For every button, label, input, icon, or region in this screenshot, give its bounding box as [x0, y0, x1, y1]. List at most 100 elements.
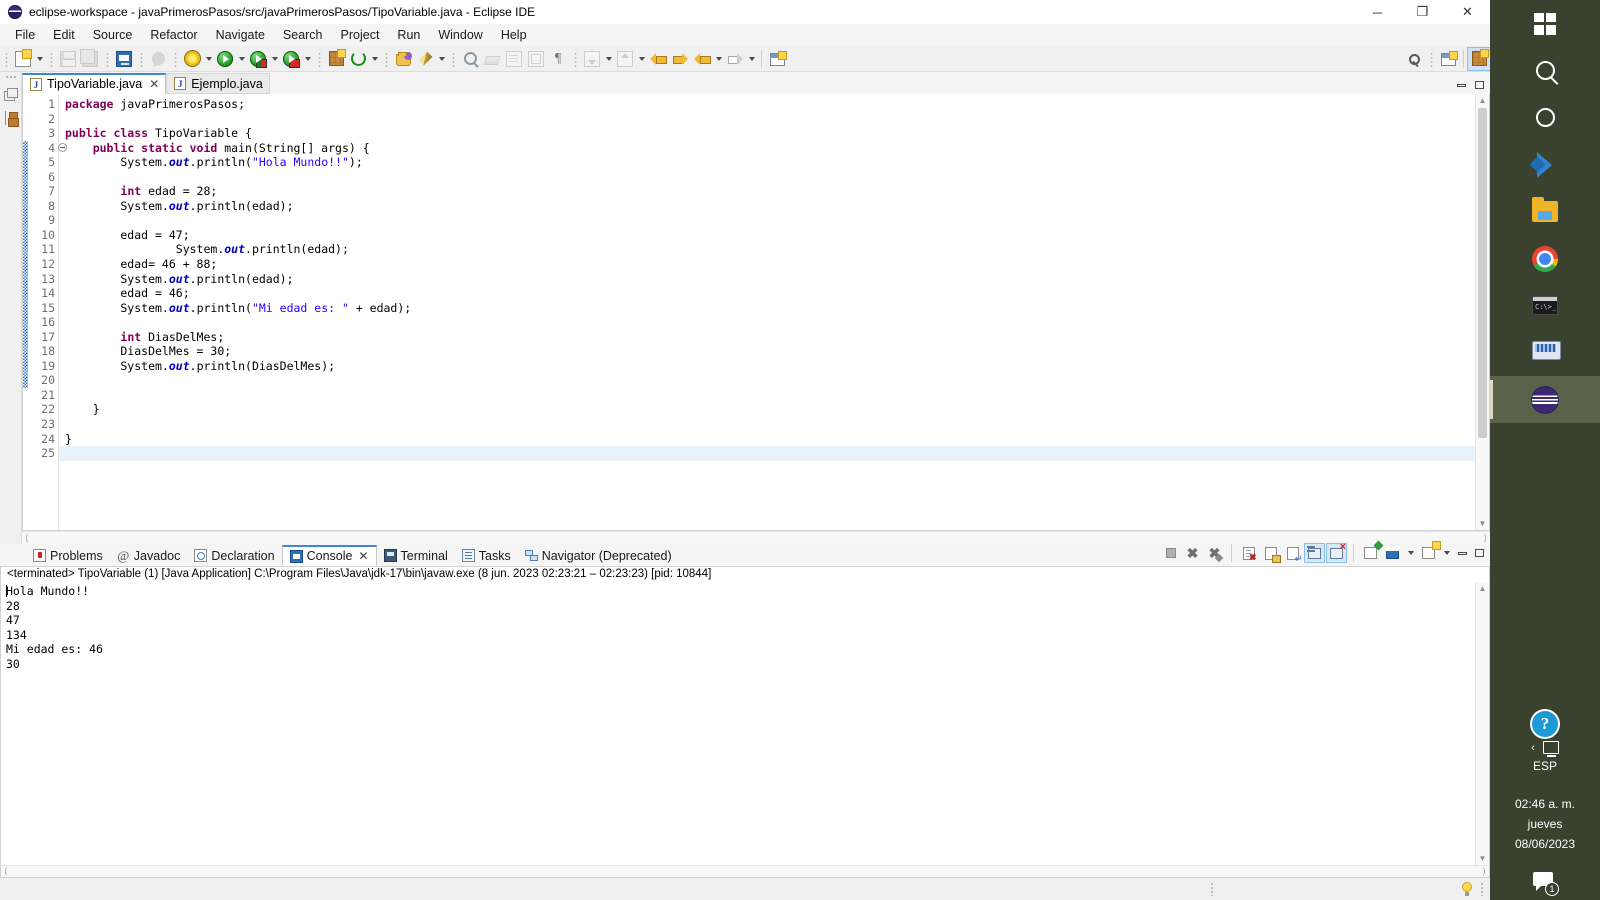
taskbar-command-prompt[interactable] [1490, 282, 1600, 329]
toolbar-grip[interactable] [1429, 50, 1434, 67]
taskbar-vs-code[interactable] [1490, 141, 1600, 188]
scroll-up-icon[interactable]: ▲ [1476, 94, 1489, 107]
console-output[interactable]: Hola Mundo!! 28 47 134 Mi edad es: 46 30 [1, 582, 1475, 865]
menu-project[interactable]: Project [332, 26, 389, 44]
clock-date[interactable]: 08/06/2023 [1515, 836, 1575, 852]
external-tools-button[interactable] [280, 48, 302, 70]
new-java-class-button[interactable] [325, 48, 347, 70]
edit-pen-button[interactable] [414, 48, 436, 70]
editor-minimize-button[interactable] [1454, 78, 1468, 92]
editor-vertical-scrollbar[interactable]: ▲ ▼ [1475, 94, 1489, 530]
tab-navigator[interactable]: Navigator (Deprecated) [518, 545, 679, 566]
toolbar-grip[interactable] [451, 50, 456, 67]
close-icon[interactable]: ✕ [149, 77, 159, 91]
console-maximize-button[interactable] [1472, 546, 1486, 560]
block-selection-button[interactable] [525, 48, 547, 70]
help-icon[interactable]: ? [1532, 711, 1558, 737]
scroll-down-icon[interactable]: ▼ [1476, 517, 1489, 530]
next-annotation-button[interactable] [581, 48, 603, 70]
erase-button[interactable] [481, 48, 503, 70]
open-perspective-button[interactable] [766, 48, 788, 70]
menu-navigate[interactable]: Navigate [207, 26, 274, 44]
menu-refactor[interactable]: Refactor [141, 26, 206, 44]
tab-tasks[interactable]: Tasks [455, 545, 518, 566]
status-bar-grip[interactable] [1210, 882, 1214, 896]
taskbar-start-button[interactable] [1490, 0, 1600, 47]
toolbar-grip[interactable] [49, 50, 54, 67]
scroll-down-icon[interactable]: ▼ [1476, 852, 1489, 865]
close-button[interactable]: ✕ [1445, 0, 1490, 24]
new-wizard-button[interactable] [12, 48, 34, 70]
toolbar-grip[interactable] [173, 50, 178, 67]
scrollbar-thumb[interactable] [1478, 108, 1487, 438]
taskbar-google-chrome[interactable] [1490, 235, 1600, 282]
lightbulb-icon[interactable] [1462, 882, 1472, 896]
menu-search[interactable]: Search [274, 26, 332, 44]
refresh-button[interactable] [347, 48, 369, 70]
rail-grip[interactable] [4, 75, 17, 79]
sidebar-item-outline[interactable] [2, 109, 20, 127]
document-outline-button[interactable] [503, 48, 525, 70]
show-console-on-error-button[interactable] [1326, 543, 1347, 563]
edit-pen-dropdown[interactable] [436, 48, 447, 70]
scroll-left-icon[interactable]: ⟨ [25, 533, 29, 544]
network-icon[interactable] [1542, 741, 1559, 757]
taskbar-eclipse-ide[interactable] [1490, 376, 1600, 423]
console-minimize-button[interactable] [1455, 546, 1469, 560]
taskbar-search[interactable] [1490, 47, 1600, 94]
display-selected-console-button[interactable] [1383, 544, 1402, 562]
taskbar-cortana[interactable] [1490, 94, 1600, 141]
toolbar-grip[interactable] [573, 50, 578, 67]
clock-time[interactable]: 02:46 a. m. [1515, 796, 1575, 812]
taskbar-remote-desktop[interactable] [1490, 329, 1600, 376]
forward-dropdown[interactable] [746, 48, 757, 70]
link-button[interactable] [147, 48, 169, 70]
close-icon[interactable]: ✕ [358, 549, 368, 563]
terminate-button[interactable] [1161, 544, 1180, 562]
scroll-lock-button[interactable] [1261, 544, 1280, 562]
scroll-right-icon[interactable]: ⟩ [1482, 866, 1486, 877]
clock-weekday[interactable]: jueves [1528, 816, 1563, 832]
show-console-on-output-button[interactable] [1304, 543, 1325, 563]
maximize-button[interactable]: ❐ [1400, 0, 1445, 24]
last-edit-button[interactable] [647, 48, 669, 70]
debug-dropdown[interactable] [203, 48, 214, 70]
new-wizard-dropdown[interactable] [34, 48, 45, 70]
run-configuration-dropdown[interactable] [269, 48, 280, 70]
menu-file[interactable]: File [6, 26, 44, 44]
code-text[interactable]: package javaPrimerosPasos; public class T… [59, 94, 1475, 530]
console-body[interactable]: Hola Mundo!! 28 47 134 Mi edad es: 46 30 ▲ ▼ [0, 582, 1490, 865]
taskbar-file-explorer[interactable] [1490, 188, 1600, 235]
menu-edit[interactable]: Edit [44, 26, 84, 44]
back-dropdown[interactable] [713, 48, 724, 70]
back-button[interactable] [691, 48, 713, 70]
refresh-dropdown[interactable] [369, 48, 380, 70]
tab-ejemplo-java[interactable]: Ejemplo.java [166, 73, 270, 94]
debug-button[interactable] [181, 48, 203, 70]
show-whitespace-button[interactable]: ¶ [547, 48, 569, 70]
display-selected-console-dropdown[interactable] [1405, 542, 1416, 564]
external-tools-dropdown[interactable] [302, 48, 313, 70]
console-vertical-scrollbar[interactable]: ▲ ▼ [1475, 582, 1489, 865]
tab-console[interactable]: Console ✕ [281, 545, 377, 566]
run-button[interactable] [214, 48, 236, 70]
tab-problems[interactable]: Problems [26, 545, 110, 566]
run-dropdown[interactable] [236, 48, 247, 70]
open-resource-button[interactable] [392, 48, 414, 70]
previous-annotation-button[interactable] [614, 48, 636, 70]
next-edit-button[interactable] [669, 48, 691, 70]
previous-annotation-dropdown[interactable] [636, 48, 647, 70]
toolbar-grip[interactable] [105, 50, 110, 67]
toolbar-grip[interactable] [139, 50, 144, 67]
scroll-up-icon[interactable]: ▲ [1476, 582, 1489, 595]
chevron-left-icon[interactable]: ‹ [1531, 742, 1535, 754]
save-all-button[interactable] [79, 48, 101, 70]
search-button[interactable] [1403, 48, 1425, 70]
toolbar-grip[interactable] [317, 50, 322, 67]
console-horizontal-scrollbar[interactable]: ⟨ ⟩ [0, 865, 1490, 878]
pin-console-button[interactable] [1361, 544, 1380, 562]
open-console-dropdown[interactable] [1441, 542, 1452, 564]
save-button[interactable] [57, 48, 79, 70]
minimize-button[interactable]: ─ [1355, 0, 1400, 24]
clear-console-button[interactable]: ✖ [1239, 544, 1258, 562]
